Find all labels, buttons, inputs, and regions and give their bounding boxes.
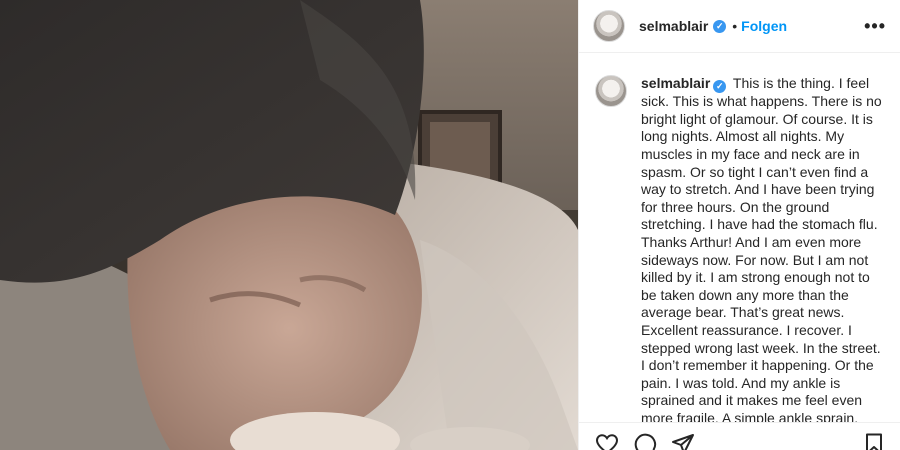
more-options-icon[interactable]: ••• <box>864 16 886 37</box>
caption-row: selmablair ✓ This is the thing. I feel si… <box>595 75 884 422</box>
caption-avatar[interactable] <box>595 75 627 107</box>
comment-icon[interactable] <box>633 432 657 450</box>
avatar[interactable] <box>593 10 625 42</box>
post-photo[interactable] <box>0 0 578 450</box>
verified-badge-icon: ✓ <box>713 19 727 33</box>
follow-button[interactable]: Folgen <box>741 18 787 34</box>
header-username[interactable]: selmablair <box>639 18 708 34</box>
photo-image <box>0 0 578 450</box>
caption-username[interactable]: selmablair <box>641 75 710 91</box>
comments-area[interactable]: selmablair ✓ This is the thing. I feel si… <box>579 53 900 422</box>
paper-plane-icon[interactable] <box>671 432 695 450</box>
instagram-post: selmablair ✓ • Folgen ••• selmablair ✓ Th… <box>0 0 900 450</box>
caption-text: selmablair ✓ This is the thing. I feel si… <box>641 75 884 422</box>
caption-body: This is the thing. I feel sick. This is … <box>641 75 882 422</box>
heart-icon[interactable] <box>595 432 619 450</box>
verified-badge-icon: ✓ <box>713 80 727 94</box>
bookmark-icon[interactable] <box>862 432 886 450</box>
post-header: selmablair ✓ • Folgen ••• <box>579 0 900 53</box>
action-bar <box>579 422 900 450</box>
post-sidebar: selmablair ✓ • Folgen ••• selmablair ✓ Th… <box>578 0 900 450</box>
separator-dot: • <box>732 18 738 34</box>
